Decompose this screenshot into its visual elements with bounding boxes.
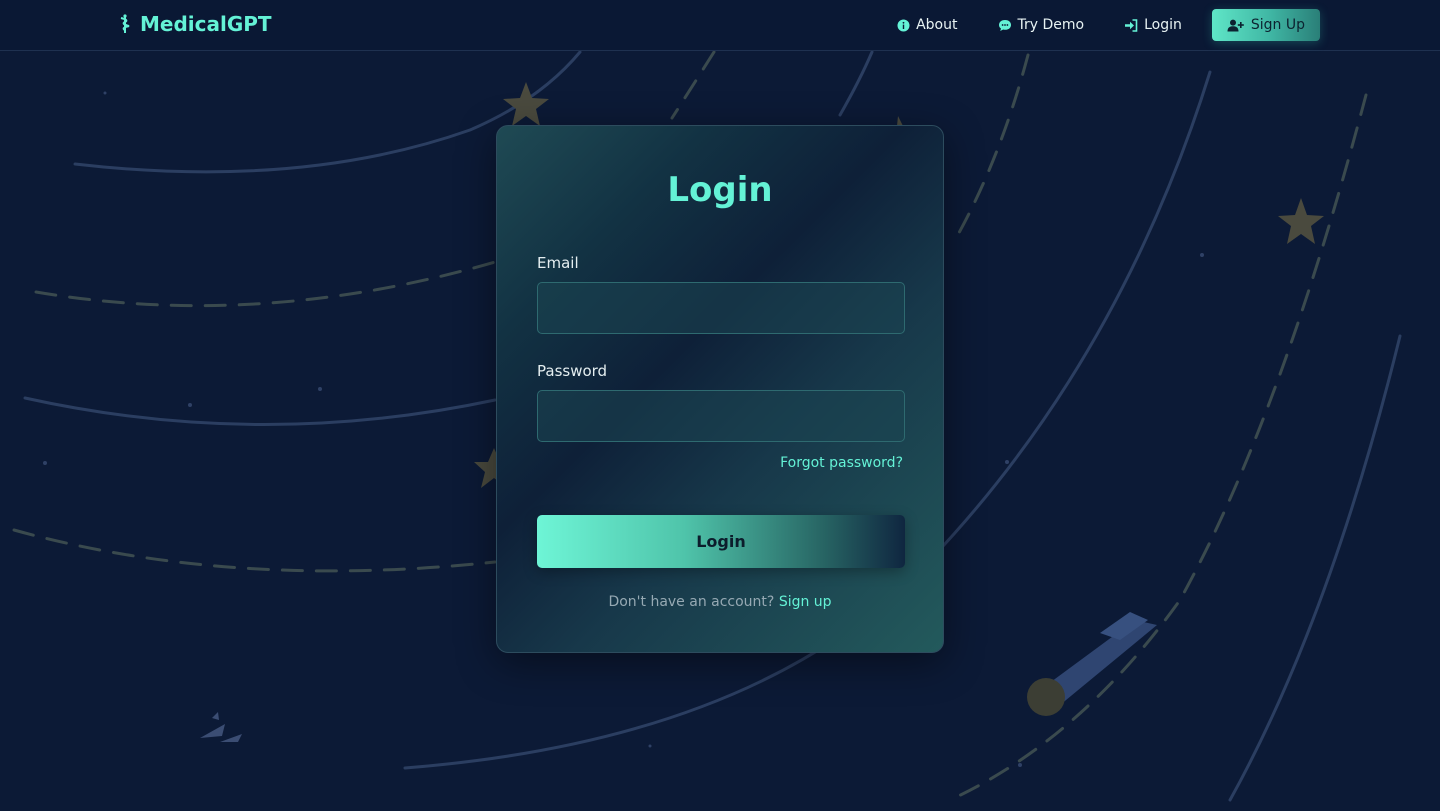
email-input[interactable] xyxy=(537,282,905,334)
no-account-text: Don't have an account? xyxy=(608,594,775,610)
signup-button-label: Sign Up xyxy=(1250,17,1305,33)
email-label: Email xyxy=(537,254,579,272)
user-plus-icon xyxy=(1227,19,1244,32)
login-title: Login xyxy=(667,170,773,210)
chat-icon xyxy=(998,19,1012,32)
sign-in-icon xyxy=(1124,18,1138,32)
caduceus-icon xyxy=(118,14,132,34)
nav-link-about-label: About xyxy=(916,17,958,33)
forgot-password-link[interactable]: Forgot password? xyxy=(780,455,903,471)
signup-button[interactable]: Sign Up xyxy=(1211,9,1320,41)
signup-prompt: Don't have an account? Sign up xyxy=(497,594,943,610)
password-input[interactable] xyxy=(537,390,905,442)
brand-name: MedicalGPT xyxy=(140,12,272,36)
nav-links: About Try Demo Login Sign Up xyxy=(877,9,1320,41)
top-navbar: MedicalGPT About Try Demo Login Sign Up xyxy=(0,0,1440,51)
brand-logo[interactable]: MedicalGPT xyxy=(118,12,272,36)
nav-link-login-label: Login xyxy=(1144,17,1182,33)
signup-link[interactable]: Sign up xyxy=(779,594,832,610)
password-label: Password xyxy=(537,362,608,380)
nav-link-login[interactable]: Login xyxy=(1104,9,1202,41)
login-submit-button[interactable]: Login xyxy=(537,515,905,568)
nav-link-try-demo-label: Try Demo xyxy=(1017,17,1085,33)
info-icon xyxy=(897,19,910,32)
login-card: Login Email Password Forgot password? Lo… xyxy=(496,125,944,653)
nav-link-about[interactable]: About xyxy=(877,9,977,41)
nav-link-try-demo[interactable]: Try Demo xyxy=(978,9,1105,41)
